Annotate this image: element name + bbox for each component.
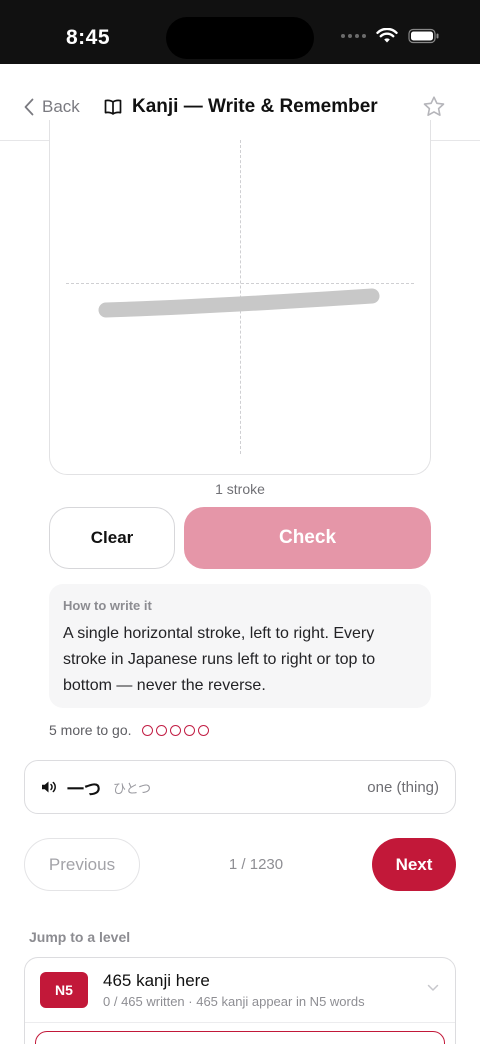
writing-hint: How to write it A single horizontal stro… — [49, 584, 431, 708]
status-icons — [341, 28, 440, 44]
battery-icon — [408, 28, 439, 44]
speaker-icon[interactable] — [41, 780, 57, 794]
progress-dot — [155, 724, 167, 736]
check-button[interactable]: Check — [184, 507, 431, 569]
wifi-icon — [376, 28, 398, 43]
level-title: 465 kanji here — [103, 971, 210, 990]
example-word-card: 一つ ひとつ one (thing) — [24, 760, 456, 814]
level-badge: N5 — [40, 972, 88, 1008]
stroke-count: 1 stroke — [215, 481, 265, 497]
back-label: Back — [42, 97, 80, 116]
progress-text: 5 more to go. — [49, 722, 132, 738]
book-icon — [104, 99, 122, 115]
level-action-button[interactable] — [35, 1031, 445, 1044]
level-subtitle: 0 / 465 written · 465 kanji appear in N5… — [103, 994, 365, 1009]
level-list: N5 465 kanji here 0 / 465 written · 465 … — [24, 957, 456, 1044]
progress-dot — [169, 724, 181, 736]
practice-progress: 5 more to go. — [49, 722, 209, 738]
divider — [25, 1022, 455, 1023]
hint-text: A single horizontal stroke, left to righ… — [63, 625, 376, 694]
progress-dot — [141, 724, 153, 736]
word-reading: ひとつ — [113, 780, 152, 796]
signal-icon — [341, 34, 366, 38]
next-button[interactable]: Next — [372, 838, 456, 891]
favorite-star-icon[interactable] — [422, 95, 446, 119]
word-kanji: 一つ — [67, 779, 101, 799]
progress-dot — [197, 724, 209, 736]
status-time: 8:45 — [66, 26, 111, 49]
level-item-n5[interactable]: N5 465 kanji here 0 / 465 written · 465 … — [25, 958, 455, 1022]
word-meaning: one (thing) — [367, 778, 439, 796]
clear-button[interactable]: Clear — [49, 507, 175, 569]
page-title-text: Kanji — Write & Remember — [132, 96, 378, 117]
chevron-left-icon — [24, 98, 34, 116]
drawn-stroke — [98, 288, 380, 318]
dynamic-island — [166, 17, 314, 59]
writing-canvas[interactable] — [49, 120, 431, 475]
page-title: Kanji — Write & Remember — [104, 96, 378, 118]
hint-label: How to write it — [63, 598, 152, 613]
chevron-down-icon — [427, 984, 439, 991]
back-button[interactable]: Back — [24, 97, 80, 117]
status-bar: 8:45 — [0, 0, 480, 64]
progress-dots — [141, 724, 209, 736]
progress-dot — [183, 724, 195, 736]
jump-level-heading: Jump to a level — [29, 929, 131, 945]
